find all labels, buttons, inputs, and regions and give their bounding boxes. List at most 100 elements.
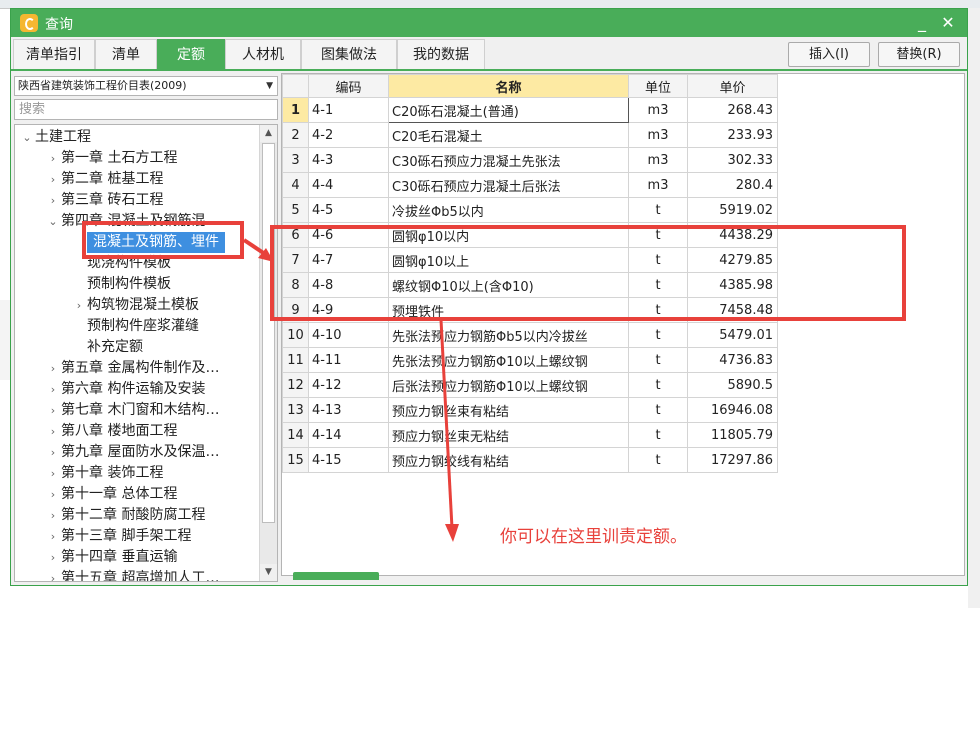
row-name[interactable]: 先张法预应力钢筋Φ10以上螺纹钢 <box>388 347 629 373</box>
row-unit[interactable]: t <box>628 447 688 473</box>
table-row[interactable]: 2 4-2 C20毛石混凝土 m3 233.93 <box>282 122 778 148</box>
tree-item[interactable]: › 第九章 屋面防水及保温… <box>45 442 220 463</box>
chevron-right-icon[interactable]: › <box>45 568 61 581</box>
row-unit[interactable]: t <box>628 422 688 448</box>
row-code[interactable]: 4-14 <box>308 422 389 448</box>
tree-item[interactable]: › 第十章 装饰工程 <box>45 463 164 484</box>
chevron-right-icon[interactable]: › <box>45 442 61 463</box>
table-row[interactable]: 14 4-14 预应力钢丝束无粘结 t 11805.79 <box>282 422 778 448</box>
row-code[interactable]: 4-4 <box>308 172 389 198</box>
row-index[interactable]: 3 <box>282 147 309 173</box>
tree-item[interactable]: 预制构件模板 <box>71 274 171 295</box>
insert-button[interactable]: 插入(I) <box>788 42 870 67</box>
row-unit[interactable]: m3 <box>628 172 688 198</box>
table-row[interactable]: 13 4-13 预应力钢丝束有粘结 t 16946.08 <box>282 397 778 423</box>
tree-item[interactable]: ⌄ 土建工程 <box>19 127 91 148</box>
row-code[interactable]: 4-15 <box>308 447 389 473</box>
row-code[interactable]: 4-10 <box>308 322 389 348</box>
row-index[interactable]: 11 <box>282 347 309 373</box>
row-name[interactable]: 后张法预应力钢筋Φ10以上螺纹钢 <box>388 372 629 398</box>
table-row[interactable]: 5 4-5 冷拔丝Φb5以内 t 5919.02 <box>282 197 778 223</box>
row-name[interactable]: C20砾石混凝土(普通) <box>388 97 629 123</box>
row-code[interactable]: 4-12 <box>308 372 389 398</box>
tree-item[interactable]: › 第二章 桩基工程 <box>45 169 164 190</box>
chevron-right-icon[interactable]: › <box>45 169 61 190</box>
replace-button[interactable]: 替换(R) <box>878 42 960 67</box>
row-unit[interactable]: t <box>628 197 688 223</box>
tab-quota[interactable]: 定额 <box>157 39 225 69</box>
chevron-right-icon[interactable]: › <box>45 190 61 211</box>
row-unit[interactable]: m3 <box>628 97 688 123</box>
row-name[interactable]: 预应力钢丝束有粘结 <box>388 397 629 423</box>
tree-item[interactable]: › 第十二章 耐酸防腐工程 <box>45 505 206 526</box>
row-unit[interactable]: t <box>628 347 688 373</box>
table-row[interactable]: 10 4-10 先张法预应力钢筋Φb5以内冷拔丝 t 5479.01 <box>282 322 778 348</box>
tree-scrollbar[interactable]: ▲ ▼ <box>259 125 277 581</box>
row-unit[interactable]: m3 <box>628 147 688 173</box>
tree-item[interactable]: › 构筑物混凝土模板 <box>71 295 199 316</box>
minimize-button[interactable]: _ <box>911 12 933 34</box>
library-select[interactable]: 陕西省建筑装饰工程价目表(2009) ▼ <box>14 76 278 96</box>
chevron-right-icon[interactable]: › <box>45 547 61 568</box>
header-name[interactable]: 名称 <box>388 74 629 98</box>
chevron-down-icon[interactable]: ⌄ <box>19 127 35 148</box>
row-name[interactable]: C30砾石预应力混凝土先张法 <box>388 147 629 173</box>
header-code[interactable]: 编码 <box>308 74 389 98</box>
row-price[interactable]: 302.33 <box>687 147 778 173</box>
tree-item[interactable]: › 第七章 木门窗和木结构… <box>45 400 220 421</box>
table-row[interactable]: 11 4-11 先张法预应力钢筋Φ10以上螺纹钢 t 4736.83 <box>282 347 778 373</box>
collapse-handle[interactable] <box>293 568 379 580</box>
tree-item[interactable]: › 第六章 构件运输及安装 <box>45 379 206 400</box>
row-name[interactable]: C30砾石预应力混凝土后张法 <box>388 172 629 198</box>
tab-atlas-method[interactable]: 图集做法 <box>301 39 397 69</box>
row-price[interactable]: 268.43 <box>687 97 778 123</box>
row-code[interactable]: 4-13 <box>308 397 389 423</box>
row-price[interactable]: 17297.86 <box>687 447 778 473</box>
row-name[interactable]: C20毛石混凝土 <box>388 122 629 148</box>
tab-bill[interactable]: 清单 <box>95 39 157 69</box>
row-code[interactable]: 4-11 <box>308 347 389 373</box>
table-row[interactable]: 15 4-15 预应力钢绞线有粘结 t 17297.86 <box>282 447 778 473</box>
chevron-right-icon[interactable]: › <box>71 295 87 316</box>
tree-item[interactable]: › 第三章 砖石工程 <box>45 190 164 211</box>
chevron-right-icon[interactable]: › <box>45 526 61 547</box>
scroll-thumb[interactable] <box>262 143 275 523</box>
row-index[interactable]: 1 <box>282 97 309 123</box>
row-name[interactable]: 先张法预应力钢筋Φb5以内冷拔丝 <box>388 322 629 348</box>
tree-item[interactable]: › 第十一章 总体工程 <box>45 484 178 505</box>
table-row[interactable]: 4 4-4 C30砾石预应力混凝土后张法 m3 280.4 <box>282 172 778 198</box>
tree-item[interactable]: › 第八章 楼地面工程 <box>45 421 178 442</box>
search-input[interactable] <box>14 99 278 120</box>
row-index[interactable]: 2 <box>282 122 309 148</box>
tab-bill-guide[interactable]: 清单指引 <box>13 39 95 69</box>
title-bar[interactable]: 查询 _ ✕ <box>11 9 967 37</box>
row-index[interactable]: 10 <box>282 322 309 348</box>
tree-item[interactable]: › 第五章 金属构件制作及… <box>45 358 220 379</box>
tab-labor-materials[interactable]: 人材机 <box>225 39 301 69</box>
table-row[interactable]: 3 4-3 C30砾石预应力混凝土先张法 m3 302.33 <box>282 147 778 173</box>
row-price[interactable]: 280.4 <box>687 172 778 198</box>
row-unit[interactable]: t <box>628 322 688 348</box>
row-price[interactable]: 4736.83 <box>687 347 778 373</box>
close-button[interactable]: ✕ <box>937 12 959 34</box>
tree-item[interactable]: › 第十三章 脚手架工程 <box>45 526 192 547</box>
tab-my-data[interactable]: 我的数据 <box>397 39 485 69</box>
tree-item[interactable]: › 第一章 土石方工程 <box>45 148 178 169</box>
row-unit[interactable]: t <box>628 397 688 423</box>
row-index[interactable]: 12 <box>282 372 309 398</box>
row-index[interactable]: 4 <box>282 172 309 198</box>
chevron-right-icon[interactable]: › <box>45 358 61 379</box>
row-unit[interactable]: t <box>628 372 688 398</box>
row-index[interactable]: 15 <box>282 447 309 473</box>
row-price[interactable]: 5479.01 <box>687 322 778 348</box>
tree-item[interactable]: 补充定额 <box>71 337 143 358</box>
table-row[interactable]: 1 4-1 C20砾石混凝土(普通) m3 268.43 <box>282 97 778 123</box>
header-price[interactable]: 单价 <box>687 74 778 98</box>
row-name[interactable]: 预应力钢绞线有粘结 <box>388 447 629 473</box>
scroll-up-icon[interactable]: ▲ <box>260 125 277 142</box>
chevron-right-icon[interactable]: › <box>45 400 61 421</box>
chevron-right-icon[interactable]: › <box>45 148 61 169</box>
row-price[interactable]: 11805.79 <box>687 422 778 448</box>
row-price[interactable]: 16946.08 <box>687 397 778 423</box>
tree-item[interactable]: › 第十四章 垂直运输 <box>45 547 178 568</box>
